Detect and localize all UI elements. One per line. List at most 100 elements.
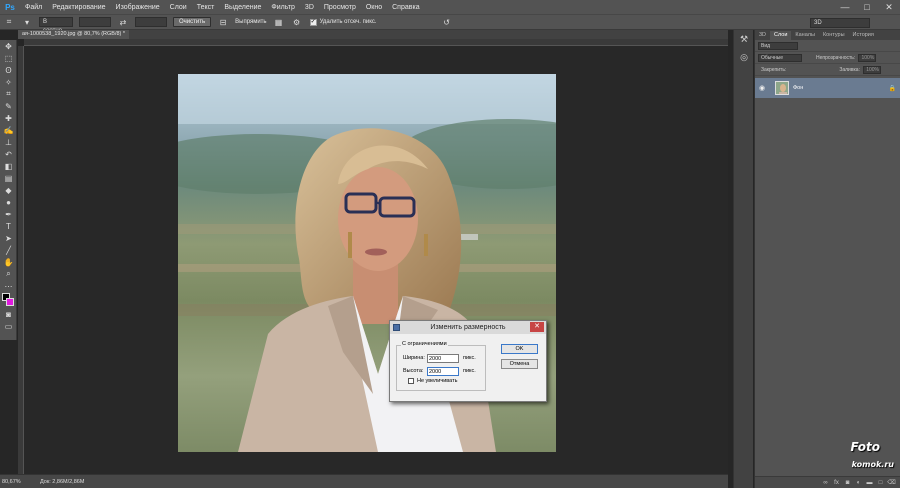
opacity-input[interactable]: 100% [858, 53, 877, 62]
menu-window[interactable]: Окно [361, 4, 387, 11]
move-tool-icon[interactable]: ✥ [0, 40, 17, 52]
eraser-tool-icon[interactable]: ◧ [0, 160, 17, 172]
stamp-tool-icon[interactable]: ⊥ [0, 136, 17, 148]
more-tools-icon[interactable]: ⋯ [0, 280, 17, 292]
menu-view[interactable]: Просмотр [319, 4, 361, 11]
lasso-tool-icon[interactable]: ʘ [0, 64, 17, 76]
straighten-label[interactable]: Выпрямить [235, 19, 266, 25]
brush-tool-icon[interactable]: ✍ [0, 124, 17, 136]
dialog-title-bar[interactable]: Изменить размерность ✕ [390, 321, 546, 334]
fill-input[interactable]: 100% [862, 65, 881, 74]
reset-icon[interactable]: ↺ [440, 15, 454, 29]
watermark-line1: Foto [850, 440, 881, 454]
tab-channels[interactable]: Каналы [791, 31, 819, 40]
zoom-level[interactable]: 80,67% [0, 479, 30, 485]
straighten-icon[interactable]: ⊟ [216, 15, 230, 29]
maximize-button[interactable]: □ [856, 0, 878, 14]
layer-filter-select[interactable]: Вид [758, 41, 798, 50]
dialog-close-button[interactable]: ✕ [530, 322, 544, 332]
photoshop-logo: Ps [5, 2, 15, 12]
type-tool-icon[interactable]: T [0, 220, 17, 232]
tab-history[interactable]: История [849, 31, 878, 40]
delete-cropped-checkbox[interactable]: ✓ [309, 18, 317, 26]
layer-row[interactable]: ◉ Фон 🔒 [755, 78, 900, 98]
color-swatches[interactable] [0, 292, 17, 308]
hand-tool-icon[interactable]: ✋ [0, 256, 17, 268]
grid-overlay-icon[interactable]: ▦ [272, 15, 286, 29]
gradient-tool-icon[interactable]: ▤ [0, 172, 17, 184]
layer-name[interactable]: Фон [793, 85, 889, 91]
gear-icon[interactable]: ⚙ [290, 15, 304, 29]
menu-help[interactable]: Справка [387, 4, 424, 11]
pen-tool-icon[interactable]: ✒ [0, 208, 17, 220]
fill-label: Заливка: [839, 66, 860, 73]
close-window-button[interactable]: ✕ [878, 0, 900, 14]
constraints-label: С ограничениями [401, 341, 448, 347]
ratio-width-input[interactable] [79, 17, 111, 27]
menu-select[interactable]: Выделение [219, 4, 266, 11]
line-tool-icon[interactable]: ╱ [0, 244, 17, 256]
clear-button[interactable]: Очистить [173, 17, 212, 27]
canvas[interactable] [24, 46, 728, 474]
path-select-tool-icon[interactable]: ➤ [0, 232, 17, 244]
tab-paths[interactable]: Контуры [819, 31, 849, 40]
history-brush-tool-icon[interactable]: ↶ [0, 148, 17, 160]
layers-panel: 3D Слои Каналы Контуры История Вид Обычн… [754, 30, 900, 488]
height-unit: пикс. [463, 368, 476, 374]
swap-icon[interactable]: ⇄ [116, 15, 130, 29]
tab-layers[interactable]: Слои [770, 31, 792, 40]
no-enlarge-label[interactable]: Не увеличивать [417, 378, 457, 384]
screen-mode-icon[interactable]: ▭ [0, 320, 17, 332]
height-field[interactable]: 2000 [427, 366, 459, 376]
eyedropper-tool-icon[interactable]: ✎ [0, 100, 17, 112]
workspace-select[interactable]: 3D [810, 18, 870, 28]
background-color[interactable] [6, 298, 14, 306]
menu-type[interactable]: Текст [192, 4, 220, 11]
menu-filter[interactable]: Фильтр [266, 4, 300, 11]
minimize-button[interactable]: — [834, 0, 856, 14]
lock-row: Закрепить: Заливка: 100% [755, 64, 900, 76]
no-enlarge-checkbox[interactable] [408, 378, 414, 384]
no-enlarge-option[interactable]: Не увеличивать [408, 378, 457, 384]
menu-layers[interactable]: Слои [165, 4, 192, 11]
blur-tool-icon[interactable]: ◆ [0, 184, 17, 196]
crop-tool-icon[interactable]: ⌗ [0, 88, 17, 100]
chevron-down-icon[interactable]: ▾ [20, 15, 34, 29]
document-size[interactable]: Док: 2,86M/2,86M [30, 479, 84, 485]
opacity-label: Непрозрачность: [816, 54, 856, 61]
healing-tool-icon[interactable]: ✚ [0, 112, 17, 124]
cancel-button[interactable]: Отмена [501, 359, 538, 369]
lock-icon: 🔒 [888, 85, 896, 92]
tab-3d[interactable]: 3D [755, 31, 770, 40]
quick-mask-icon[interactable]: ◙ [0, 308, 17, 320]
width-field[interactable]: 2000 [427, 353, 459, 363]
resize-dialog: Изменить размерность ✕ С ограничениями Ш… [389, 320, 547, 402]
ok-button[interactable]: OK [501, 344, 538, 354]
lock-label: Закрепить: [761, 66, 787, 73]
width-unit: пикс. [463, 355, 476, 361]
panel-icon-strip: ⚒ ◎ [733, 30, 753, 488]
crop-tool-icon[interactable]: ⌗ [2, 15, 16, 29]
zoom-tool-icon[interactable]: ⌕ [0, 268, 17, 280]
link-icon[interactable]: ∞ [820, 480, 831, 486]
panel-tabs: 3D Слои Каналы Контуры История [755, 30, 900, 40]
magic-wand-tool-icon[interactable]: ✧ [0, 76, 17, 88]
menu-edit[interactable]: Редактирование [47, 4, 110, 11]
layer-filter-row: Вид [755, 40, 900, 52]
menu-bar: Ps Файл Редактирование Изображение Слои … [0, 0, 900, 14]
horizontal-ruler [24, 39, 728, 46]
menu-image[interactable]: Изображение [111, 4, 165, 11]
menu-3d[interactable]: 3D [300, 4, 319, 11]
document-tab[interactable]: ая-1000538_1920.jpg @ 80,7% (RGB/8) * [18, 30, 130, 39]
tool-presets-icon[interactable]: ⚒ [734, 30, 754, 48]
ratio-height-input[interactable] [135, 17, 167, 27]
ratio-select[interactable]: В соотно... [39, 17, 73, 34]
height-label: Высота: [403, 368, 424, 374]
marquee-tool-icon[interactable]: ⬚ [0, 52, 17, 64]
delete-cropped-label: Удалить отсеч. пикс. [319, 19, 377, 25]
dodge-tool-icon[interactable]: ● [0, 196, 17, 208]
menu-file[interactable]: Файл [20, 4, 47, 11]
navigator-icon[interactable]: ◎ [734, 48, 754, 66]
eye-icon[interactable]: ◉ [759, 84, 771, 92]
blend-mode-select[interactable]: Обычные [758, 53, 802, 62]
